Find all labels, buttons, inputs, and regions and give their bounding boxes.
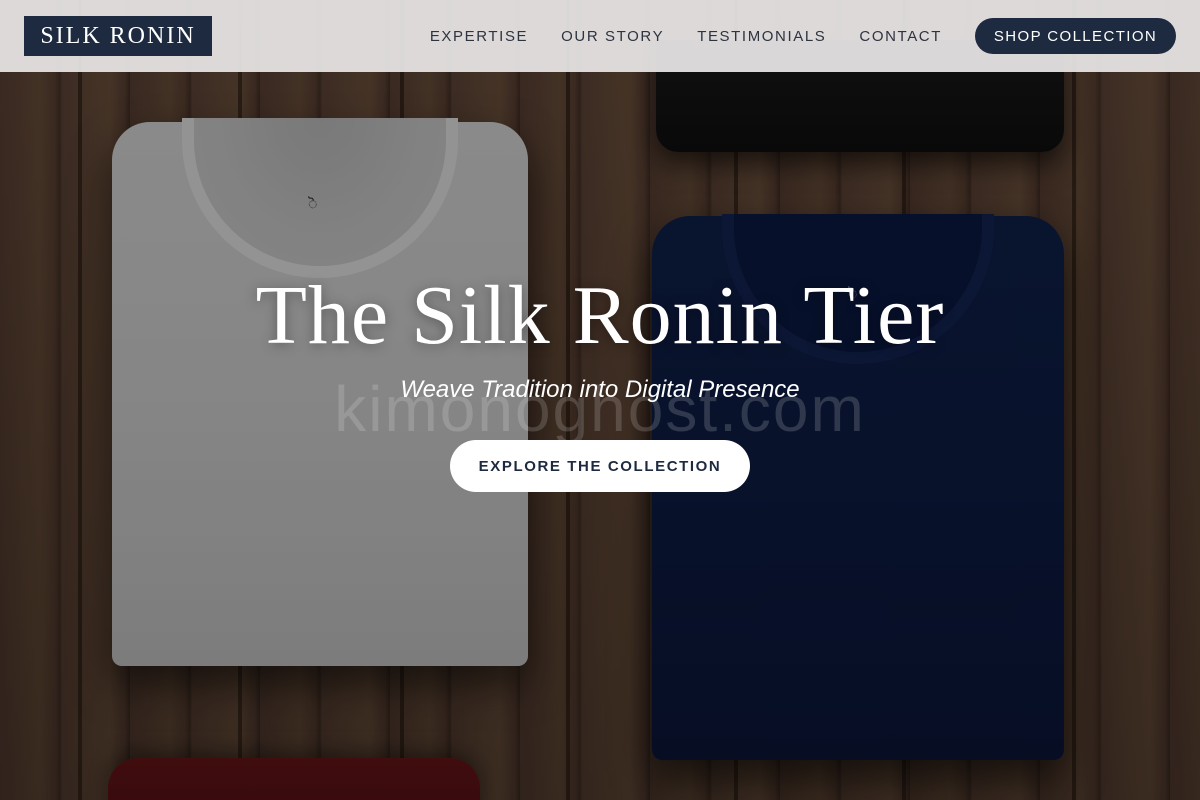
nav-link-our-story[interactable]: OUR STORY: [561, 28, 664, 45]
hero-section: The Silk Ronin Tier Weave Tradition into…: [0, 269, 1200, 493]
nav-link-expertise[interactable]: EXPERTISE: [430, 28, 528, 45]
main-nav: EXPERTISE OUR STORY TESTIMONIALS CONTACT…: [397, 18, 1176, 54]
explore-collection-button[interactable]: EXPLORE THE COLLECTION: [450, 440, 750, 493]
hero-subtitle: Weave Tradition into Digital Presence: [400, 376, 800, 404]
nav-link-contact[interactable]: CONTACT: [859, 28, 942, 45]
brand-logo[interactable]: SILK RONIN: [24, 16, 212, 56]
nav-link-testimonials[interactable]: TESTIMONIALS: [697, 28, 826, 45]
hero-title: The Silk Ronin Tier: [255, 269, 945, 362]
shop-collection-button[interactable]: SHOP COLLECTION: [975, 18, 1176, 54]
site-header: SILK RONIN EXPERTISE OUR STORY TESTIMONI…: [0, 0, 1200, 72]
